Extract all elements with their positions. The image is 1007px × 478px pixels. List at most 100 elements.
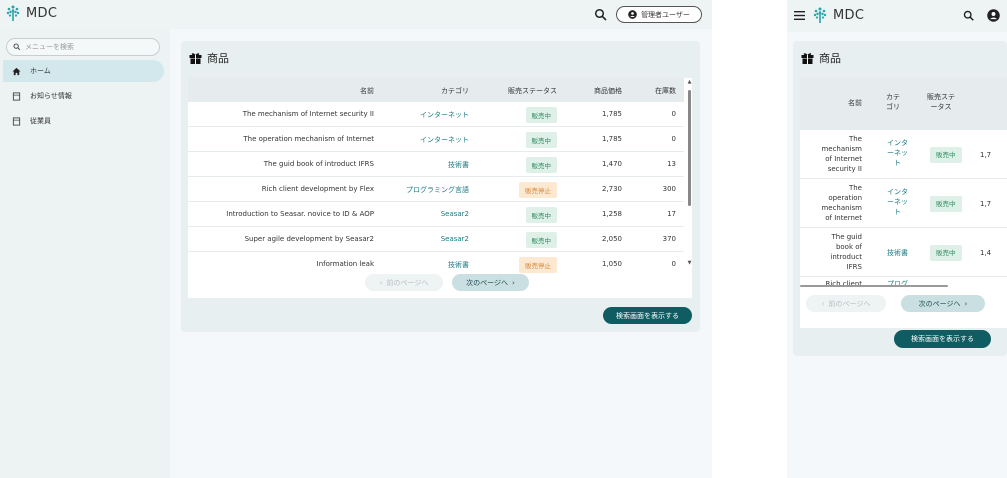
product-name: Super agile development by Seasar2 bbox=[244, 235, 374, 243]
column-header-status[interactable]: 販売ステータス bbox=[508, 86, 557, 96]
sidebar-item-home[interactable]: ホーム bbox=[3, 60, 164, 82]
product-category-link[interactable]: インターネット bbox=[420, 110, 469, 120]
chevron-left-icon: ‹ bbox=[379, 278, 383, 287]
column-header-status[interactable]: 販売ステ ータス bbox=[927, 92, 955, 112]
column-header-category[interactable]: カテ ゴリ bbox=[886, 92, 900, 112]
mobile-top-app-bar: MDC bbox=[787, 0, 1007, 32]
product-category-link[interactable]: Seasar2 bbox=[441, 235, 469, 243]
scrollbar-thumb[interactable] bbox=[688, 90, 691, 206]
menu-search-input[interactable]: メニューを検索 bbox=[6, 38, 160, 56]
table-row[interactable]: The mechanism of Internet security II イン… bbox=[188, 102, 684, 127]
product-stock: 13 bbox=[667, 160, 676, 168]
user-menu-button[interactable]: 管理者ユーザー bbox=[616, 6, 702, 23]
product-price: 1,4 bbox=[980, 249, 992, 257]
product-category-link[interactable]: プログ bbox=[887, 279, 908, 289]
table-row[interactable]: Rich client プログ bbox=[800, 277, 1007, 289]
app-logo[interactable]: MDC bbox=[813, 7, 864, 23]
table-row[interactable]: The mechanism of Internet security II イン… bbox=[800, 130, 1007, 179]
column-header-name[interactable]: 名前 bbox=[848, 98, 862, 108]
search-icon bbox=[13, 43, 21, 51]
page-title: 商品 bbox=[801, 50, 841, 66]
next-page-label: 次のページへ bbox=[918, 299, 961, 308]
top-app-bar: MDC 管理者ユーザー bbox=[0, 0, 712, 29]
app-logo[interactable]: MDC bbox=[6, 5, 57, 21]
product-name: The operation mechanism of Internet bbox=[243, 135, 374, 143]
table-row[interactable]: Rich client development by Flex プログラミング言… bbox=[188, 177, 684, 202]
table-header: 名前 カテゴリ 販売ステータス 商品価格 在庫数 bbox=[188, 78, 684, 102]
chevron-right-icon: › bbox=[964, 299, 968, 308]
product-category-link[interactable]: インタ ーネッ ト bbox=[887, 187, 908, 217]
product-stock: 300 bbox=[662, 185, 676, 193]
status-badge: 販売中 bbox=[525, 132, 557, 148]
product-name: The operation mechanism of Internet bbox=[821, 184, 862, 222]
table-row[interactable]: Super agile development by Seasar2 Seasa… bbox=[188, 227, 684, 252]
user-name: 管理者ユーザー bbox=[641, 10, 690, 19]
scroll-down-arrow-icon[interactable]: ▼ bbox=[687, 260, 692, 266]
product-name: Rich client development by Flex bbox=[261, 185, 374, 193]
column-header-category[interactable]: カテゴリ bbox=[441, 86, 469, 96]
prev-page-button[interactable]: ‹ 前のページへ bbox=[806, 295, 886, 312]
status-badge: 販売停止 bbox=[519, 257, 557, 273]
page-title-text: 商品 bbox=[207, 52, 229, 65]
sidebar-item-label: 従業員 bbox=[30, 117, 51, 125]
product-category-link[interactable]: Seasar2 bbox=[441, 210, 469, 218]
product-name: The mechanism of Internet security II bbox=[821, 135, 862, 173]
table-row[interactable]: Information leak 技術書 販売停止 1,050 0 bbox=[188, 252, 684, 273]
account-circle-icon[interactable] bbox=[987, 9, 1000, 22]
sidebar-item-news[interactable]: お知らせ情報 bbox=[3, 85, 164, 107]
column-header-stock[interactable]: 在庫数 bbox=[655, 86, 676, 96]
search-icon[interactable] bbox=[963, 10, 975, 22]
product-price: 1,785 bbox=[601, 110, 622, 118]
prev-page-button[interactable]: ‹ 前のページへ bbox=[365, 274, 443, 291]
sidebar-item-employees[interactable]: 従業員 bbox=[3, 110, 164, 132]
column-header-price[interactable]: 商品価格 bbox=[594, 86, 622, 96]
product-stock: 370 bbox=[662, 235, 676, 243]
document-icon bbox=[12, 116, 21, 126]
horizontal-scrollbar[interactable] bbox=[800, 285, 948, 287]
desktop-view: MDC 管理者ユーザー メニューを検索 ホーム お知らせ情報 従業員 商品 名前… bbox=[0, 0, 712, 478]
status-badge: 販売中 bbox=[525, 107, 557, 123]
show-search-screen-label: 検索画面を表示する bbox=[616, 311, 679, 320]
chevron-right-icon: › bbox=[512, 278, 515, 287]
chevron-left-icon: ‹ bbox=[821, 299, 825, 308]
table-row[interactable]: The guid book of introduct IFRS 技術書 販売中 … bbox=[188, 152, 684, 177]
product-stock: 0 bbox=[671, 110, 676, 118]
table-row[interactable]: The guid book of introduct IFRS 技術書 販売中 … bbox=[800, 228, 1007, 277]
status-badge: 販売中 bbox=[930, 245, 962, 261]
product-category-link[interactable]: 技術書 bbox=[448, 160, 469, 170]
product-stock: 0 bbox=[671, 260, 676, 268]
mobile-view: MDC 商品 名前 カテ ゴリ 販売ステ ータス The mechanism o… bbox=[787, 0, 1007, 478]
status-badge: 販売中 bbox=[525, 157, 557, 173]
show-search-screen-button[interactable]: 検索画面を表示する bbox=[894, 330, 991, 348]
product-stock: 17 bbox=[667, 210, 676, 218]
gift-icon bbox=[801, 53, 814, 64]
products-table: 名前 カテゴリ 販売ステータス 商品価格 在庫数 The mechanism o… bbox=[188, 78, 692, 298]
search-icon[interactable] bbox=[594, 8, 608, 22]
product-name: Rich client bbox=[825, 280, 862, 288]
product-category-link[interactable]: 技術書 bbox=[448, 260, 469, 270]
show-search-screen-button[interactable]: 検索画面を表示する bbox=[603, 307, 692, 324]
product-category-link[interactable]: インターネット bbox=[420, 135, 469, 145]
table-row[interactable]: The operation mechanism of Internet インタ … bbox=[800, 179, 1007, 228]
status-badge: 販売中 bbox=[525, 207, 557, 223]
page-title: 商品 bbox=[189, 50, 229, 66]
product-name: The guid book of introduct IFRS bbox=[830, 233, 862, 271]
column-header-name[interactable]: 名前 bbox=[360, 86, 374, 96]
product-category-link[interactable]: 技術書 bbox=[887, 248, 908, 258]
table-scrollbar[interactable]: ▲ ▼ bbox=[687, 78, 692, 269]
home-icon bbox=[12, 67, 21, 75]
scroll-up-arrow-icon[interactable]: ▲ bbox=[687, 79, 692, 85]
table-header: 名前 カテ ゴリ 販売ステ ータス bbox=[800, 78, 1007, 130]
account-circle-icon bbox=[628, 10, 637, 19]
next-page-button[interactable]: 次のページへ › bbox=[452, 274, 529, 291]
status-badge: 販売中 bbox=[930, 196, 962, 212]
product-category-link[interactable]: インタ ーネッ ト bbox=[887, 138, 908, 168]
next-page-button[interactable]: 次のページへ › bbox=[901, 295, 985, 312]
hamburger-menu-icon[interactable] bbox=[794, 11, 805, 20]
table-row[interactable]: Introduction to Seasar. novice to ID & A… bbox=[188, 202, 684, 227]
product-price: 2,050 bbox=[601, 235, 622, 243]
product-category-link[interactable]: プログラミング言語 bbox=[406, 185, 469, 195]
product-price: 1,470 bbox=[601, 160, 622, 168]
table-row[interactable]: The operation mechanism of Internet インター… bbox=[188, 127, 684, 152]
product-name: Introduction to Seasar. novice to ID & A… bbox=[226, 210, 374, 218]
